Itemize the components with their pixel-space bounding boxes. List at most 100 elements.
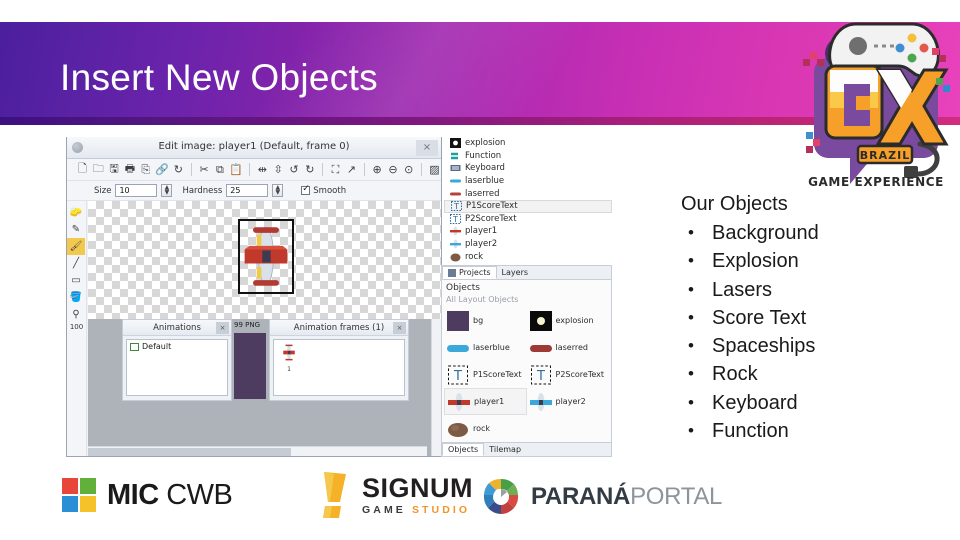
size-input[interactable]: 10 — [115, 184, 158, 197]
hardness-input[interactable]: 25 — [226, 184, 269, 197]
rectangle-icon[interactable]: ▭ — [67, 272, 85, 289]
hardness-stepper[interactable]: ▲ ▼ — [272, 184, 284, 197]
list-item[interactable]: Default — [127, 340, 227, 351]
zoom-out-icon[interactable]: ⊖ — [387, 162, 400, 177]
list-item-label: laserred — [555, 343, 588, 352]
list-item-label: player2 — [555, 397, 586, 406]
open-folder-icon[interactable]: 🗀 — [92, 162, 105, 177]
vertical-scrollbar[interactable] — [431, 319, 441, 456]
editor-title-bar: Edit image: player1 (Default, frame 0) × — [67, 137, 441, 159]
transparency-icon[interactable]: ▨ — [428, 162, 441, 177]
bullet-icon: • — [688, 336, 694, 356]
paste-icon[interactable]: 📋 — [229, 162, 243, 177]
list-item[interactable]: laserblue — [444, 175, 612, 188]
animations-panel: Animations × Default — [122, 319, 232, 401]
brush-icon[interactable]: 🖌 — [67, 238, 85, 255]
footer-logos: MIC CWB SIGNUM GAME STUDIO PARANÁPORTAL — [0, 470, 960, 532]
flip-vertical-icon[interactable]: ⇳ — [272, 162, 285, 177]
list-item-label: player1 — [474, 397, 505, 406]
parana-bold: PARANÁ — [531, 483, 631, 510]
save-as-icon[interactable]: 🖶 — [124, 162, 137, 177]
smooth-checkbox[interactable]: Smooth — [301, 184, 347, 196]
zoom-level: 100 — [69, 323, 84, 331]
pencil-icon[interactable]: ✎ — [67, 221, 85, 238]
list-item-label: Keyboard — [465, 163, 505, 174]
list-item[interactable]: laserred — [527, 334, 610, 361]
smooth-label: Smooth — [313, 185, 347, 196]
list-item[interactable]: T P2ScoreText — [444, 213, 612, 226]
zoom-reset-icon[interactable]: ⊙ — [402, 162, 415, 177]
crop-icon[interactable]: ⛶ — [329, 162, 342, 177]
list-item[interactable]: T P1ScoreText — [444, 199, 612, 213]
refresh-icon[interactable]: ↻ — [172, 162, 185, 177]
list-item: • Rock — [681, 360, 951, 388]
frames-title-label: Animation frames (1) — [293, 323, 385, 333]
line-icon[interactable]: ╱ — [67, 255, 85, 272]
zoom-in-icon[interactable]: ⊕ — [371, 162, 384, 177]
list-item-label: P2ScoreText — [555, 370, 605, 379]
list-item[interactable]: Function — [444, 150, 612, 163]
list-item-label: P1ScoreText — [466, 201, 518, 212]
new-file-icon[interactable]: 🗋 — [76, 162, 89, 177]
tab-label: Tilemap — [489, 445, 522, 454]
close-icon[interactable]: × — [393, 322, 406, 334]
list-item-label: Lasers — [712, 278, 773, 301]
resize-icon[interactable]: ↗ — [345, 162, 358, 177]
tab-layers[interactable]: Layers — [497, 266, 533, 279]
tab-tilemap[interactable]: Tilemap — [484, 443, 526, 456]
copy-icon[interactable]: ⧉ — [213, 162, 226, 177]
fill-icon[interactable]: 🪣 — [67, 289, 85, 306]
undo-icon[interactable]: ↺ — [288, 162, 301, 177]
list-item[interactable]: laserblue — [444, 334, 527, 361]
object-type-list: explosion Function Keyboard laserblue la… — [444, 137, 612, 267]
close-icon[interactable]: × — [216, 322, 229, 334]
eraser-icon[interactable]: 🧽 — [67, 204, 85, 221]
list-item[interactable]: bg — [444, 307, 527, 334]
list-item-label: Rock — [712, 363, 758, 386]
link-icon[interactable]: 🔗 — [155, 162, 169, 177]
tab-objects[interactable]: Objects — [442, 443, 485, 456]
toolbar-divider — [322, 163, 324, 176]
list-item[interactable]: player2 — [527, 388, 610, 415]
cut-icon[interactable]: ✂ — [198, 162, 211, 177]
tab-projects[interactable]: Projects — [442, 266, 497, 279]
animations-list[interactable]: Default — [126, 339, 228, 396]
list-item[interactable]: player2 — [444, 238, 612, 251]
list-item-label: player1 — [465, 226, 498, 237]
list-item[interactable]: explosion — [527, 307, 610, 334]
save-icon[interactable]: 🖫 — [108, 162, 121, 177]
our-objects-block: Our Objects • Background • Explosion • Lase… — [681, 190, 951, 445]
sprite-icon — [450, 252, 461, 262]
toolbar-divider — [363, 163, 365, 176]
list-item: • Explosion — [681, 247, 951, 275]
frames-list[interactable]: 1 — [273, 339, 405, 396]
svg-text:GAME EXPERIENCE: GAME EXPERIENCE — [808, 175, 944, 189]
object-thumbnail — [529, 310, 552, 331]
bullet-icon: • — [688, 279, 694, 299]
list-item[interactable]: T P2ScoreText — [527, 361, 610, 388]
list-item[interactable]: rock — [444, 250, 612, 263]
frame-thumbnail[interactable]: 1 — [274, 340, 404, 373]
list-item[interactable]: explosion — [444, 137, 612, 150]
close-icon[interactable]: × — [416, 140, 438, 156]
mirror-horizontal-icon[interactable]: ⇹ — [256, 162, 269, 177]
list-item[interactable]: Keyboard — [444, 162, 612, 175]
export-icon[interactable]: ⎘ — [139, 162, 152, 177]
text-object-icon: T — [451, 201, 462, 212]
tab-label: Objects — [448, 445, 479, 454]
list-item[interactable]: player1 — [444, 225, 612, 238]
object-thumbnail: T — [530, 365, 552, 385]
list-item[interactable]: player1 — [444, 388, 527, 415]
list-item[interactable]: rock — [444, 415, 527, 442]
signum-logo: SIGNUM GAME STUDIO — [320, 472, 473, 518]
eyedropper-icon[interactable]: ⚲ — [67, 306, 85, 323]
list-item[interactable]: T P1ScoreText — [444, 361, 527, 388]
list-item-label: Background — [712, 222, 819, 244]
image-canvas[interactable] — [88, 201, 441, 319]
object-thumbnail — [447, 310, 469, 331]
gx-brazil-logo: BRAZIL GAME EXPERIENCE — [800, 6, 952, 206]
size-stepper[interactable]: ▲ ▼ — [161, 184, 173, 197]
list-item[interactable]: laserred — [444, 187, 612, 200]
horizontal-scrollbar[interactable] — [88, 446, 427, 456]
redo-icon[interactable]: ↻ — [303, 162, 316, 177]
